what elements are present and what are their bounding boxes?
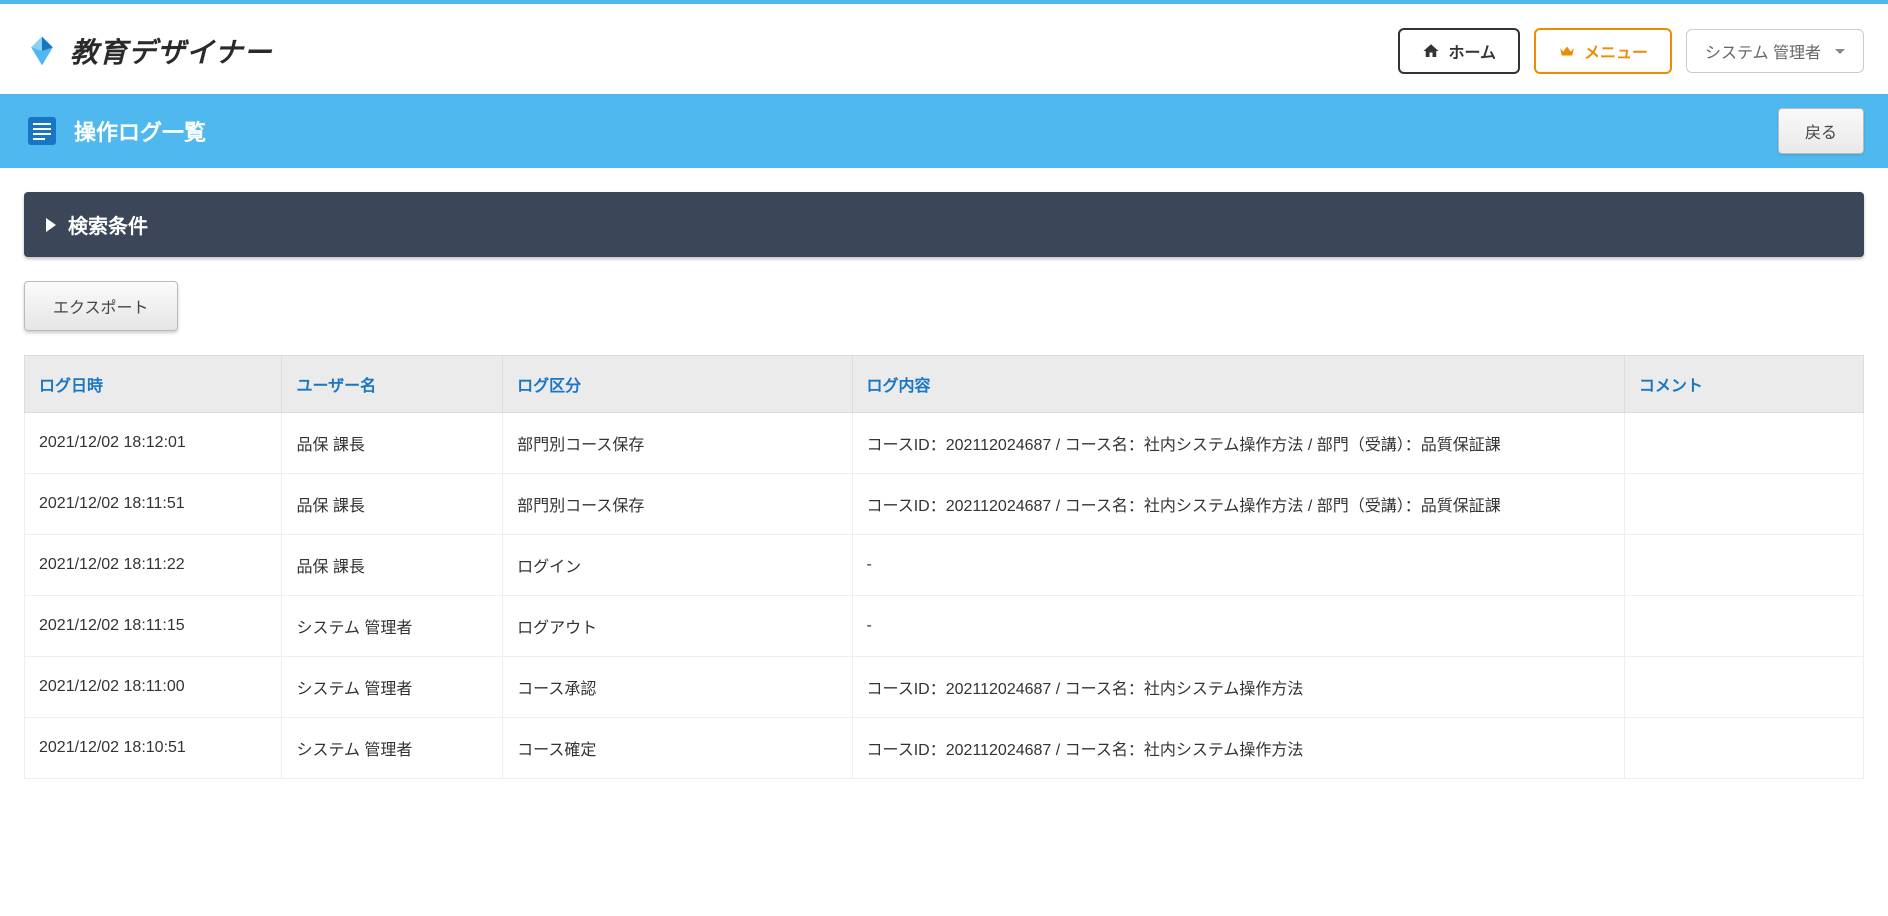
user-dropdown-label: システム 管理者 <box>1705 39 1821 63</box>
table-header-row: ログ日時 ユーザー名 ログ区分 ログ内容 コメント <box>25 356 1864 413</box>
cell-datetime: 2021/12/02 18:11:51 <box>25 474 282 535</box>
home-button-label: ホーム <box>1448 39 1496 63</box>
cell-type: 部門別コース保存 <box>503 474 852 535</box>
page-title: 操作ログ一覧 <box>74 115 206 147</box>
header-buttons: ホーム メニュー システム 管理者 <box>1398 28 1864 74</box>
header-user[interactable]: ユーザー名 <box>282 356 503 413</box>
table-row: 2021/12/02 18:11:22品保 課長ログイン- <box>25 535 1864 596</box>
menu-button-label: メニュー <box>1584 39 1648 63</box>
cell-type: コース承認 <box>503 657 852 718</box>
log-table: ログ日時 ユーザー名 ログ区分 ログ内容 コメント 2021/12/02 18:… <box>24 355 1864 779</box>
cell-type: コース確定 <box>503 718 852 779</box>
cell-content: コースID：202112024687 / コース名：社内システム操作方法 / 部… <box>852 474 1624 535</box>
cell-datetime: 2021/12/02 18:10:51 <box>25 718 282 779</box>
title-bar: 操作ログ一覧 戻る <box>0 94 1888 168</box>
cell-content: コースID：202112024687 / コース名：社内システム操作方法 <box>852 657 1624 718</box>
cell-comment <box>1624 413 1863 474</box>
top-header: 教育デザイナー ホーム メニュー システム 管理者 <box>0 0 1888 94</box>
cell-comment <box>1624 596 1863 657</box>
cell-datetime: 2021/12/02 18:11:15 <box>25 596 282 657</box>
user-dropdown[interactable]: システム 管理者 <box>1686 29 1864 73</box>
header-datetime[interactable]: ログ日時 <box>25 356 282 413</box>
header-type[interactable]: ログ区分 <box>503 356 852 413</box>
cell-content: コースID：202112024687 / コース名：社内システム操作方法 / 部… <box>852 413 1624 474</box>
export-button[interactable]: エクスポート <box>24 281 178 331</box>
cell-content: - <box>852 596 1624 657</box>
menu-button[interactable]: メニュー <box>1534 28 1672 74</box>
cell-user: 品保 課長 <box>282 535 503 596</box>
home-button[interactable]: ホーム <box>1398 28 1520 74</box>
title-left: 操作ログ一覧 <box>24 113 206 149</box>
cell-user: システム 管理者 <box>282 718 503 779</box>
cell-datetime: 2021/12/02 18:11:22 <box>25 535 282 596</box>
table-row: 2021/12/02 18:10:51システム 管理者コース確定コースID：20… <box>25 718 1864 779</box>
logo-text: 教育デザイナー <box>70 31 272 71</box>
table-row: 2021/12/02 18:11:00システム 管理者コース承認コースID：20… <box>25 657 1864 718</box>
search-conditions-toggle[interactable]: 検索条件 <box>24 192 1864 257</box>
table-row: 2021/12/02 18:12:01品保 課長部門別コース保存コースID：20… <box>25 413 1864 474</box>
back-button[interactable]: 戻る <box>1778 108 1864 154</box>
cell-type: 部門別コース保存 <box>503 413 852 474</box>
search-conditions-label: 検索条件 <box>68 210 148 239</box>
cell-comment <box>1624 657 1863 718</box>
chevron-down-icon <box>1835 49 1845 54</box>
cell-user: 品保 課長 <box>282 413 503 474</box>
cell-datetime: 2021/12/02 18:11:00 <box>25 657 282 718</box>
cell-content: - <box>852 535 1624 596</box>
cell-type: ログイン <box>503 535 852 596</box>
triangle-right-icon <box>46 218 56 232</box>
cell-user: システム 管理者 <box>282 596 503 657</box>
content-area: 検索条件 エクスポート ログ日時 ユーザー名 ログ区分 ログ内容 コメント 20… <box>0 168 1888 803</box>
cell-user: 品保 課長 <box>282 474 503 535</box>
cell-comment <box>1624 535 1863 596</box>
cell-content: コースID：202112024687 / コース名：社内システム操作方法 <box>852 718 1624 779</box>
home-icon <box>1422 42 1440 60</box>
table-row: 2021/12/02 18:11:15システム 管理者ログアウト- <box>25 596 1864 657</box>
crown-icon <box>1558 42 1576 60</box>
cell-datetime: 2021/12/02 18:12:01 <box>25 413 282 474</box>
header-comment[interactable]: コメント <box>1624 356 1863 413</box>
list-icon <box>24 113 60 149</box>
header-content[interactable]: ログ内容 <box>852 356 1624 413</box>
cell-user: システム 管理者 <box>282 657 503 718</box>
cell-type: ログアウト <box>503 596 852 657</box>
cell-comment <box>1624 474 1863 535</box>
table-row: 2021/12/02 18:11:51品保 課長部門別コース保存コースID：20… <box>25 474 1864 535</box>
logo-container: 教育デザイナー <box>24 31 272 71</box>
cell-comment <box>1624 718 1863 779</box>
logo-icon <box>24 33 60 69</box>
